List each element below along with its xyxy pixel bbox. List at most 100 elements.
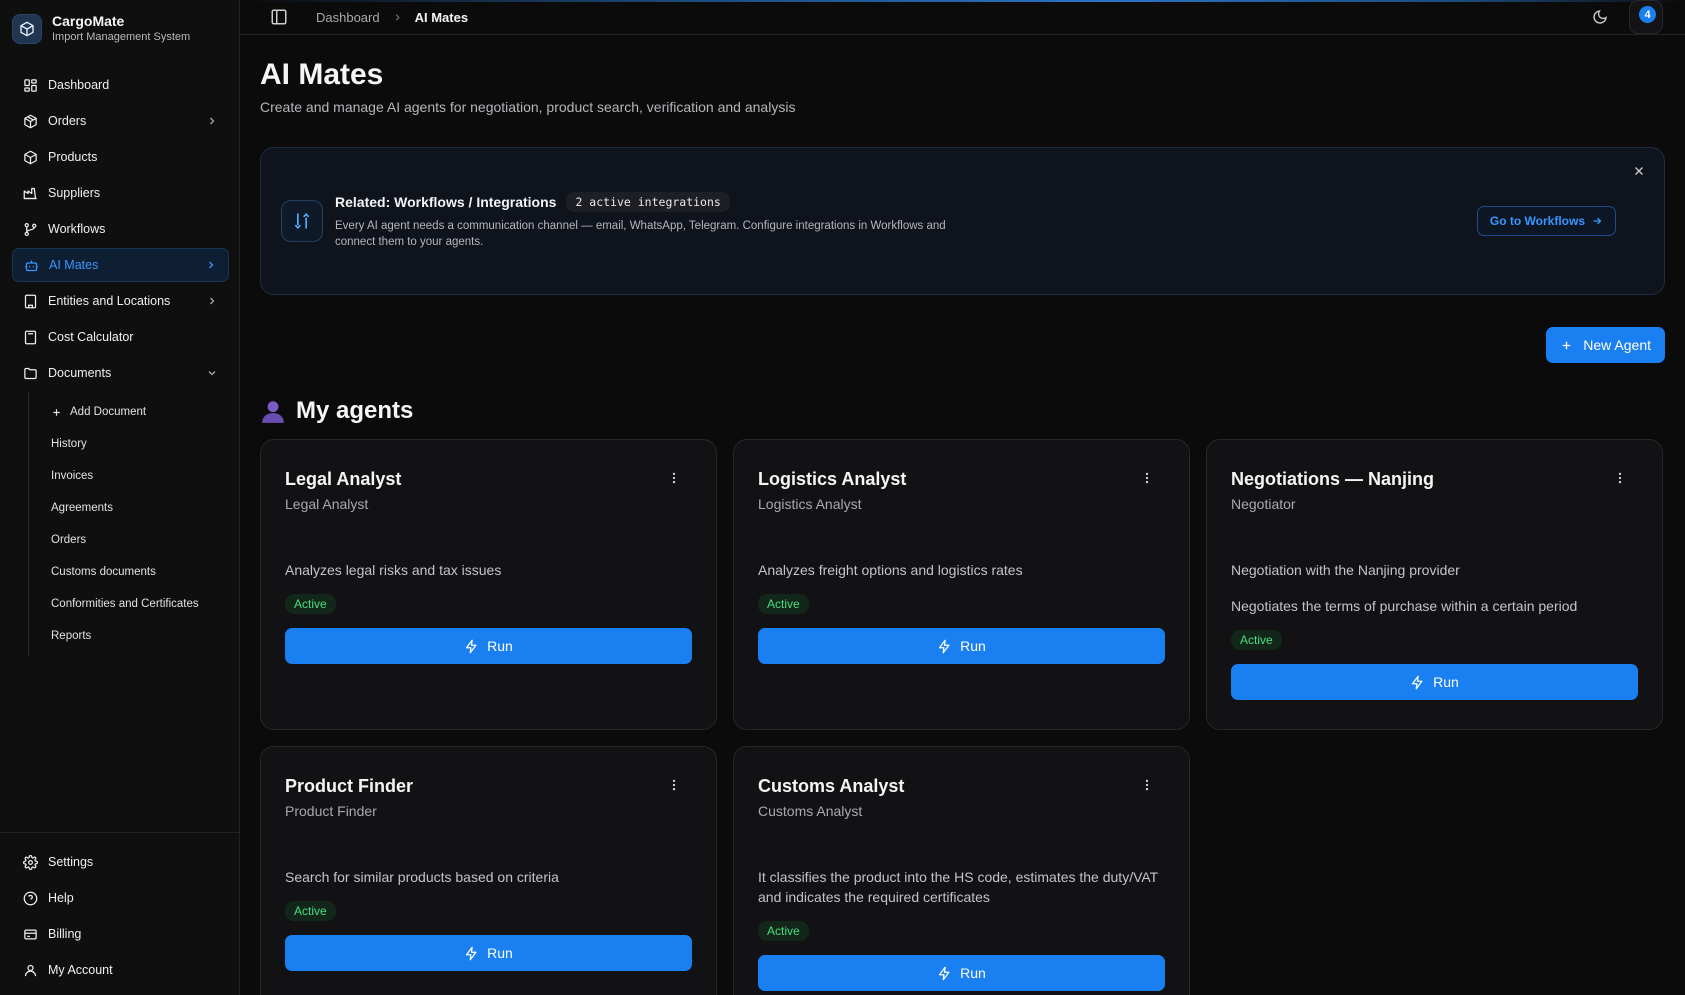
agent-role: Product Finder [285,803,377,819]
go-to-workflows-button[interactable]: Go to Workflows [1476,206,1616,236]
status-badge: Active [758,921,809,941]
route-icon [281,200,323,242]
calculator-icon [22,329,38,345]
agent-role: Legal Analyst [285,496,369,512]
page-title: AI Mates [260,58,384,91]
agent-role: Negotiator [1231,496,1296,512]
sidebar-item-label: AI Mates [49,258,99,272]
sub-item-label: Reports [51,630,92,642]
topbar-actions: 4 [1589,0,1663,34]
agent-card: Customs Analyst Customs Analyst It class… [733,746,1190,995]
agent-card: Logistics Analyst Logistics Analyst Anal… [733,439,1190,730]
moon-icon[interactable] [1589,6,1611,28]
section-title-text: My agents [296,397,414,424]
sidebar-item-label: My Account [48,963,113,977]
sub-item-reports[interactable]: Reports [41,620,229,652]
sidebar-item-settings[interactable]: Settings [12,845,229,879]
plus-icon [51,407,62,418]
go-to-workflows-label: Go to Workflows [1489,214,1585,228]
billing-icon [22,926,38,942]
run-label: Run [960,638,986,654]
sidebar-item-label: Cost Calculator [48,330,134,344]
active-integrations-chip: 2 active integrations [566,192,730,212]
sidebar-item-ai-mates[interactable]: AI Mates [12,248,229,282]
sidebar-item-label: Settings [48,855,94,869]
status-badge: Active [758,594,809,614]
brand-title: CargoMate [52,13,125,29]
run-button[interactable]: Run [285,628,692,664]
user-icon [22,962,38,978]
integrations-banner: Related: Workflows / Integrations 2 acti… [260,147,1665,295]
sidebar-item-label: Billing [48,927,82,941]
sidebar: CargoMate Import Management System Dashb… [0,0,240,995]
agent-description: Search for similar products based on cri… [285,869,559,885]
sub-item-customs-documents[interactable]: Customs documents [41,556,229,588]
agent-description-secondary: Negotiates the terms of purchase within … [1231,598,1578,614]
run-label: Run [487,638,513,654]
agent-name: Product Finder [285,776,414,796]
more-vertical-icon[interactable] [1137,775,1157,795]
sub-item-label: Conformities and Certificates [51,598,199,610]
sub-item-label: Customs documents [51,566,156,578]
gear-icon [22,854,38,870]
help-icon [22,890,38,906]
sidebar-item-my-account[interactable]: My Account [12,953,229,987]
breadcrumb-dashboard[interactable]: Dashboard [316,10,380,25]
agent-name: Legal Analyst [285,469,402,489]
status-badge: Active [1231,630,1282,650]
more-vertical-icon[interactable] [664,775,684,795]
sidebar-item-documents[interactable]: Documents [12,356,229,390]
sidebar-item-label: Dashboard [48,78,110,92]
sub-item-orders[interactable]: Orders [41,524,229,556]
more-vertical-icon[interactable] [1610,468,1630,488]
agent-name: Logistics Analyst [758,469,907,489]
sidebar-toggle-icon[interactable] [268,6,290,28]
breadcrumb: Dashboard AI Mates [316,10,468,25]
zap-icon [1412,675,1423,689]
app-window: CargoMate Import Management System Dashb… [0,0,1685,995]
sidebar-bottom: Settings Help Billing My Account [0,832,239,995]
run-button[interactable]: Run [285,935,692,971]
run-label: Run [1433,674,1459,690]
bot-icon [23,257,39,273]
sidebar-item-cost-calculator[interactable]: Cost Calculator [12,320,229,354]
breadcrumb-current: AI Mates [414,9,469,25]
agents-grid: Legal Analyst Legal Analyst Analyzes leg… [260,439,1665,995]
brand[interactable]: CargoMate Import Management System [0,0,239,56]
sub-item-invoices[interactable]: Invoices [41,460,229,492]
new-agent-button[interactable]: New Agent [1546,327,1665,363]
sidebar-item-workflows[interactable]: Workflows [12,212,229,246]
run-button[interactable]: Run [758,955,1165,991]
agent-name: Negotiations — Nanjing [1231,469,1435,489]
new-agent-label: New Agent [1583,337,1651,353]
sub-item-conformities-and-certificates[interactable]: Conformities and Certificates [41,588,229,620]
sidebar-item-suppliers[interactable]: Suppliers [12,176,229,210]
sub-item-history[interactable]: History [41,428,229,460]
sub-item-label: Add Document [70,406,147,418]
sub-item-agreements[interactable]: Agreements [41,492,229,524]
sidebar-item-label: Help [48,891,74,905]
run-button[interactable]: Run [758,628,1165,664]
sidebar-item-dashboard[interactable]: Dashboard [12,68,229,102]
agent-description: Analyzes legal risks and tax issues [285,562,502,578]
more-vertical-icon[interactable] [1137,468,1157,488]
run-button[interactable]: Run [1231,664,1638,700]
sidebar-item-label: Entities and Locations [48,294,171,308]
agent-card: Negotiations — Nanjing Negotiator Negoti… [1206,439,1663,730]
orders-icon [22,113,38,129]
more-vertical-icon[interactable] [664,468,684,488]
sidebar-item-billing[interactable]: Billing [12,917,229,951]
notifications-button[interactable]: 4 [1629,0,1663,34]
sidebar-item-entities-and-locations[interactable]: Entities and Locations [12,284,229,318]
sidebar-item-label: Documents [48,366,112,380]
sub-item-add-document[interactable]: Add Document [41,396,229,428]
zap-icon [466,639,477,653]
zap-icon [466,946,477,960]
status-badge: Active [285,901,336,921]
dashboard-icon [22,77,38,93]
sidebar-item-products[interactable]: Products [12,140,229,174]
sub-item-label: Agreements [51,502,114,514]
sidebar-item-help[interactable]: Help [12,881,229,915]
sidebar-item-orders[interactable]: Orders [12,104,229,138]
close-icon[interactable] [1630,162,1648,180]
